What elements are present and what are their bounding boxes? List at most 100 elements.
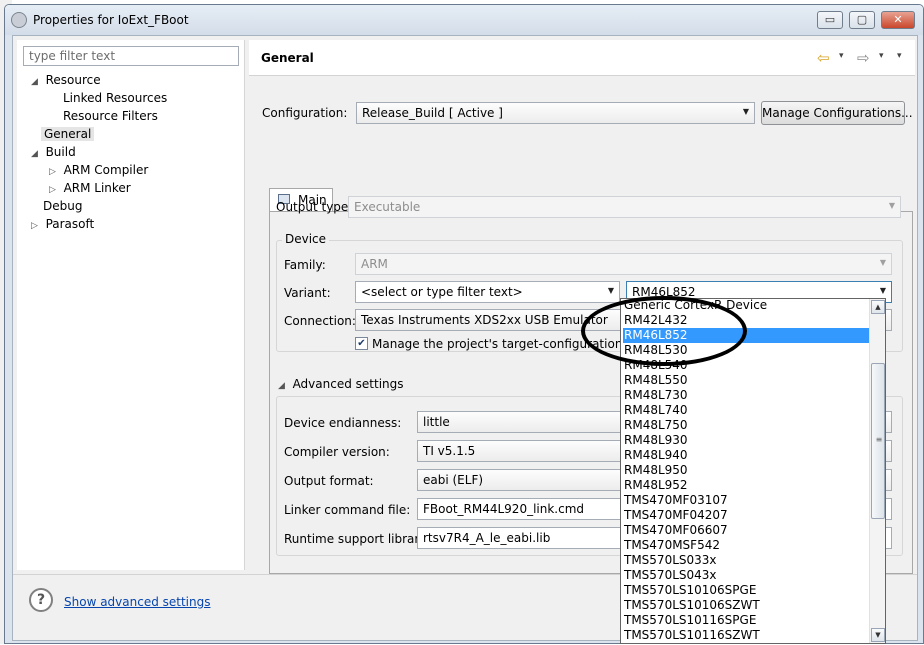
expanded-arrow-icon[interactable]: ◢ (31, 77, 38, 87)
variant-option[interactable]: TMS570LS10106SPGE (623, 583, 870, 598)
tree-item-label: General (41, 127, 95, 141)
variant-filter-value: <select or type filter text> (361, 285, 523, 299)
variant-option[interactable]: RM48L730 (623, 388, 870, 403)
tree-item-arm-compiler[interactable]: ▷ ARM Compiler (31, 161, 167, 179)
output-type-select: Executable ▼ (348, 196, 901, 218)
dropdown-arrow-icon: ▼ (879, 258, 886, 267)
tree-filter-input[interactable]: type filter text (23, 46, 239, 66)
variant-option[interactable]: RM48L950 (623, 463, 870, 478)
back-icon[interactable]: ⇦ (817, 49, 830, 67)
variant-option[interactable]: RM48L952 (623, 478, 870, 493)
variant-option[interactable]: TMS570LS10116SZWT (623, 628, 870, 643)
tree-item-label: Linked Resources (63, 91, 168, 105)
tree-item-parasoft[interactable]: ▷ Parasoft (31, 215, 167, 233)
variant-option[interactable]: RM48L740 (623, 403, 870, 418)
tree-item-label: Resource Filters (63, 109, 158, 123)
scroll-down-arrow-icon[interactable]: ▼ (871, 628, 885, 642)
navigation-tree: ◢ Resource Linked Resources Resource Fil… (31, 71, 167, 233)
minimize-button[interactable]: ▭ (817, 11, 843, 29)
family-select: ARM ▼ (355, 253, 892, 275)
variant-option[interactable]: RM48L930 (623, 433, 870, 448)
title-bar: Properties for IoExt_FBoot ▭ ▢ ✕ (5, 5, 923, 35)
tree-item-general[interactable]: General (31, 125, 167, 143)
show-advanced-settings-link[interactable]: Show advanced settings (64, 595, 211, 609)
variant-option[interactable]: TMS570LS043x (623, 568, 870, 583)
dropdown-scrollbar[interactable]: ▲ ≡ ▼ (869, 299, 885, 643)
collapsed-arrow-icon[interactable]: ▷ (49, 185, 56, 195)
output-type-label: Output type: (276, 200, 353, 214)
variant-label: Variant: (284, 286, 331, 300)
variant-option[interactable]: TMS470MSF542 (623, 538, 870, 553)
annotation-ellipse (581, 296, 747, 366)
linker-command-file-value: FBoot_RM44L920_link.cmd (423, 502, 585, 516)
variant-option[interactable]: TMS570LS033x (623, 553, 870, 568)
runtime-support-library-label: Runtime support library: (284, 532, 430, 546)
dropdown-arrow-icon: ▼ (607, 286, 614, 295)
runtime-support-library-value: rtsv7R4_A_le_eabi.lib (423, 531, 551, 545)
device-endianness-label: Device endianness: (284, 416, 402, 430)
variant-option[interactable]: TMS470MF06607 (623, 523, 870, 538)
expanded-arrow-icon[interactable]: ◢ (31, 149, 38, 159)
tree-item-resource[interactable]: ◢ Resource (31, 71, 167, 89)
page-header: General ⇦ ▾ ⇨ ▾ ▾ (249, 40, 915, 76)
app-icon (11, 12, 27, 28)
forward-icon[interactable]: ⇨ (857, 49, 870, 67)
dropdown-arrow-icon: ▼ (742, 107, 749, 116)
variant-option[interactable]: RM48L550 (623, 373, 870, 388)
compiler-version-value: TI v5.1.5 (423, 444, 476, 458)
close-button[interactable]: ✕ (881, 11, 915, 29)
variant-option[interactable]: TMS570LS10106SZWT (623, 598, 870, 613)
advanced-settings-label: Advanced settings (292, 377, 404, 391)
tree-item-label: Parasoft (45, 217, 95, 231)
output-format-value: eabi (ELF) (423, 473, 484, 487)
variant-option[interactable]: TMS470MF04207 (623, 508, 870, 523)
navigation-pane: type filter text ◢ Resource Linked Resou… (17, 40, 245, 570)
page-title: General (261, 51, 314, 65)
output-format-label: Output format: (284, 474, 374, 488)
scroll-grip-icon: ≡ (875, 435, 883, 444)
advanced-settings-toggle[interactable]: ◢ Advanced settings (278, 377, 404, 391)
dropdown-arrow-icon: ▼ (879, 286, 886, 295)
connection-value: Texas Instruments XDS2xx USB Emulator (361, 313, 608, 327)
dropdown-arrow-icon: ▼ (888, 201, 895, 210)
tree-item-label: ARM Compiler (63, 163, 149, 177)
family-label: Family: (284, 258, 326, 272)
variant-option[interactable]: TMS470MF03107 (623, 493, 870, 508)
variant-option[interactable]: RM48L940 (623, 448, 870, 463)
configuration-label: Configuration: (262, 106, 348, 120)
collapsed-arrow-icon[interactable]: ▷ (31, 221, 38, 231)
tree-item-label: Build (45, 145, 76, 159)
back-menu-chevron-icon[interactable]: ▾ (839, 51, 844, 61)
collapsed-arrow-icon[interactable]: ▷ (49, 167, 56, 177)
device-endianness-value: little (423, 415, 450, 429)
output-type-value: Executable (354, 200, 421, 214)
tree-item-debug[interactable]: Debug (31, 197, 167, 215)
window-title: Properties for IoExt_FBoot (33, 13, 189, 27)
maximize-button[interactable]: ▢ (849, 11, 875, 29)
tree-item-build[interactable]: ◢ Build (31, 143, 167, 161)
configuration-select[interactable]: Release_Build [ Active ] ▼ (356, 102, 755, 124)
expanded-arrow-icon: ◢ (278, 381, 285, 391)
compiler-version-label: Compiler version: (284, 445, 390, 459)
tree-item-arm-linker[interactable]: ▷ ARM Linker (31, 179, 167, 197)
linker-command-file-label: Linker command file: (284, 503, 411, 517)
scroll-thumb[interactable]: ≡ (871, 363, 885, 519)
configuration-value: Release_Build [ Active ] (362, 106, 503, 120)
help-icon[interactable]: ? (29, 588, 53, 612)
tree-item-resource-filters[interactable]: Resource Filters (31, 107, 167, 125)
view-menu-icon[interactable]: ▾ (897, 51, 902, 61)
tree-item-linked-resources[interactable]: Linked Resources (31, 89, 167, 107)
connection-label: Connection: (284, 314, 356, 328)
variant-option[interactable]: RM48L750 (623, 418, 870, 433)
forward-menu-chevron-icon[interactable]: ▾ (879, 51, 884, 61)
variant-option[interactable]: TMS570LS10116SPGE (623, 613, 870, 628)
manage-configurations-button[interactable]: Manage Configurations... (761, 101, 913, 125)
manage-target-config-checkbox[interactable]: ✔ (355, 337, 368, 350)
device-group-label: Device (282, 232, 330, 246)
variant-filter-select[interactable]: <select or type filter text> ▼ (355, 281, 620, 303)
tree-item-label: Resource (45, 73, 101, 87)
tree-item-label: ARM Linker (63, 181, 131, 195)
family-value: ARM (361, 257, 388, 271)
scroll-up-arrow-icon[interactable]: ▲ (871, 300, 885, 314)
tree-item-label: Debug (43, 199, 83, 213)
